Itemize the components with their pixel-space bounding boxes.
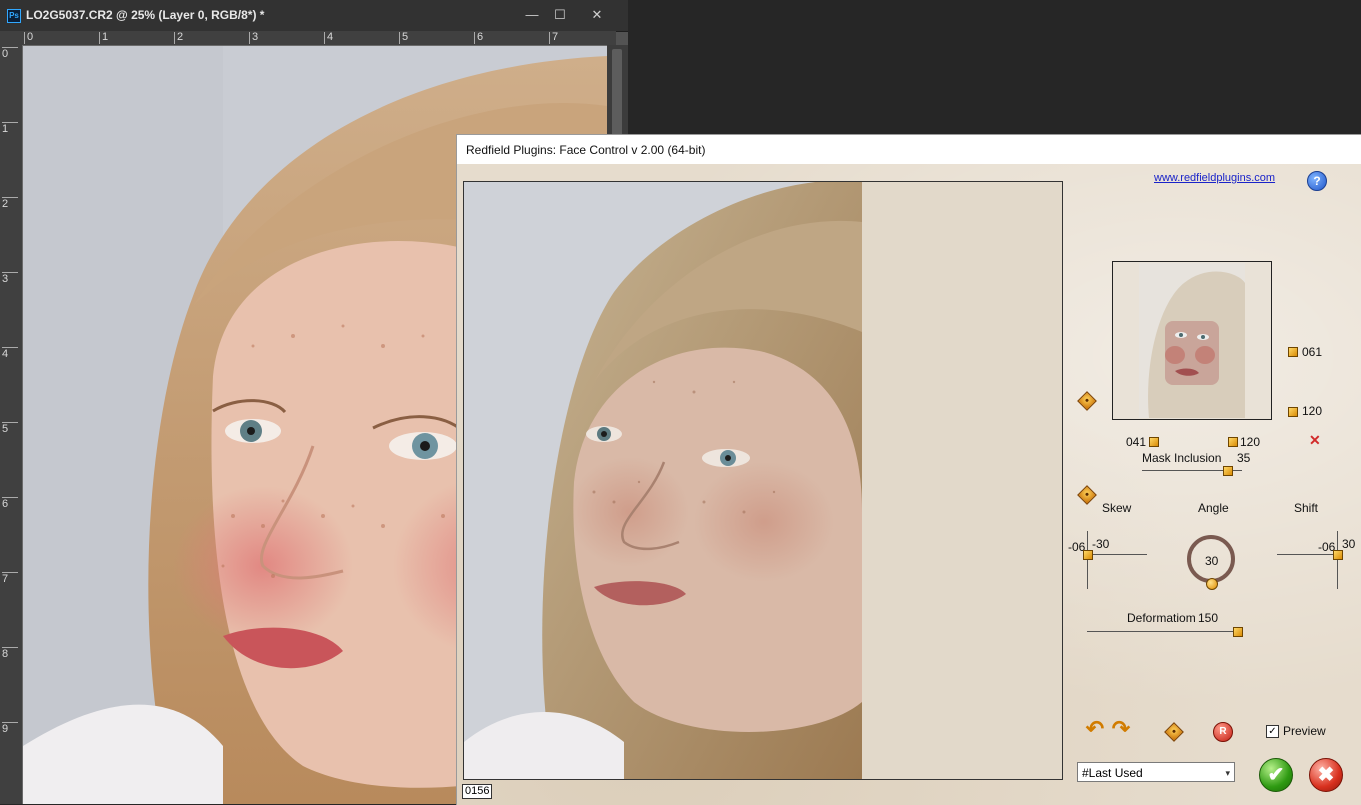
deformation-handle[interactable] xyxy=(1233,627,1243,637)
preview-label: Preview xyxy=(1283,724,1326,738)
vertical-ruler[interactable]: 0 1 2 3 4 5 6 7 8 9 xyxy=(0,45,23,804)
thumb-handle-bottom-right[interactable] xyxy=(1228,437,1238,447)
dialog-body: 0156 www.redfieldplugins.com ? 061 120 0… xyxy=(457,164,1361,805)
photoshop-app-icon: Ps xyxy=(7,9,21,23)
face-control-dialog: Redfield Plugins: Face Control v 2.00 (6… xyxy=(456,134,1361,805)
shift-label: Shift xyxy=(1294,501,1319,515)
ruler-tick: 3 xyxy=(249,32,258,44)
preview-checkbox[interactable]: ✓ xyxy=(1266,725,1279,738)
ruler-corner[interactable] xyxy=(0,31,22,45)
clear-mask-icon[interactable]: ✕ xyxy=(1309,432,1321,449)
cancel-button[interactable]: ✖ xyxy=(1309,758,1343,792)
thumb-handle-right-top[interactable] xyxy=(1288,347,1298,357)
ruler-tick: 8 xyxy=(2,647,18,660)
preset-dropdown[interactable]: #Last Used ▾ xyxy=(1077,762,1235,782)
website-link[interactable]: www.redfieldplugins.com xyxy=(1154,172,1275,184)
angle-knob[interactable] xyxy=(1206,578,1218,590)
undo-icon[interactable]: ↶ xyxy=(1082,718,1108,740)
help-icon[interactable]: ? xyxy=(1307,171,1327,191)
deformation-label: Deformatiom xyxy=(1127,611,1196,625)
thumb-value-bottom-right: 120 xyxy=(1240,435,1261,449)
dialog-titlebar[interactable]: Redfield Plugins: Face Control v 2.00 (6… xyxy=(457,135,1361,164)
reset-all-diamond-icon[interactable] xyxy=(1164,722,1184,742)
reset-button[interactable]: R xyxy=(1213,722,1233,742)
ruler-tick: 5 xyxy=(2,422,18,435)
redo-icon[interactable]: ↷ xyxy=(1108,718,1134,740)
face-thumbnail[interactable] xyxy=(1112,261,1272,420)
ruler-tick: 4 xyxy=(324,32,333,44)
horizontal-ruler[interactable]: 0 1 2 3 4 5 6 7 xyxy=(22,31,616,46)
ruler-tick: 9 xyxy=(2,722,18,735)
thumb-handle-bottom-left[interactable] xyxy=(1149,437,1159,447)
document-title: LO2G5037.CR2 @ 25% (Layer 0, RGB/8*) * xyxy=(26,8,265,22)
deform-reset-diamond-icon[interactable] xyxy=(1077,485,1097,505)
thumb-value-bottom-left: 041 xyxy=(1126,435,1147,449)
ruler-tick: 0 xyxy=(24,32,33,44)
maximize-button[interactable]: ☐ xyxy=(548,5,572,25)
thumbnail-photo xyxy=(1139,263,1245,418)
dialog-title: Redfield Plugins: Face Control v 2.00 (6… xyxy=(466,143,706,157)
deformation-value: 150 xyxy=(1198,611,1219,625)
ok-button[interactable]: ✔ xyxy=(1259,758,1293,792)
ruler-tick: 1 xyxy=(99,32,108,44)
close-button[interactable]: ✕ xyxy=(585,5,609,25)
shift-vertical-slider[interactable] xyxy=(1337,531,1338,589)
thumb-value-right-bottom: 120 xyxy=(1302,404,1323,418)
shift-horizontal-slider[interactable] xyxy=(1277,554,1337,555)
shift-right-value: 30 xyxy=(1342,537,1356,551)
mask-inclusion-handle[interactable] xyxy=(1223,466,1233,476)
ruler-tick: 3 xyxy=(2,272,18,285)
counter-readout: 0156 xyxy=(462,784,493,799)
ruler-tick: 6 xyxy=(474,32,483,44)
ruler-tick: 5 xyxy=(399,32,408,44)
thumb-value-right-top: 061 xyxy=(1302,345,1323,359)
ruler-tick: 2 xyxy=(174,32,183,44)
mask-reset-diamond-icon[interactable] xyxy=(1077,391,1097,411)
skew-handle[interactable] xyxy=(1083,550,1093,560)
deformation-slider[interactable] xyxy=(1087,631,1239,632)
ruler-tick: 6 xyxy=(2,497,18,510)
minimize-button[interactable]: — xyxy=(520,5,544,25)
mask-inclusion-value: 35 xyxy=(1237,451,1251,465)
mask-inclusion-label: Mask Inclusion xyxy=(1142,451,1222,465)
ruler-tick: 2 xyxy=(2,197,18,210)
preview-pane[interactable] xyxy=(463,181,1063,780)
skew-horizontal-slider[interactable] xyxy=(1087,554,1147,555)
preview-photo xyxy=(464,182,862,779)
document-titlebar[interactable]: Ps LO2G5037.CR2 @ 25% (Layer 0, RGB/8*) … xyxy=(0,0,628,32)
angle-value: 30 xyxy=(1205,554,1219,568)
chevron-down-icon: ▾ xyxy=(1225,768,1230,778)
ruler-tick: 4 xyxy=(2,347,18,360)
skew-label: Skew xyxy=(1102,501,1132,515)
skew-right-value: -30 xyxy=(1092,537,1110,551)
preset-selected-value: #Last Used xyxy=(1082,766,1143,780)
ruler-tick: 7 xyxy=(549,32,558,44)
ruler-tick: 7 xyxy=(2,572,18,585)
angle-label: Angle xyxy=(1198,501,1229,515)
shift-handle[interactable] xyxy=(1333,550,1343,560)
skew-vertical-slider[interactable] xyxy=(1087,531,1088,589)
thumb-handle-right-bottom[interactable] xyxy=(1288,407,1298,417)
ruler-tick: 1 xyxy=(2,122,18,135)
ruler-tick: 0 xyxy=(2,47,18,60)
